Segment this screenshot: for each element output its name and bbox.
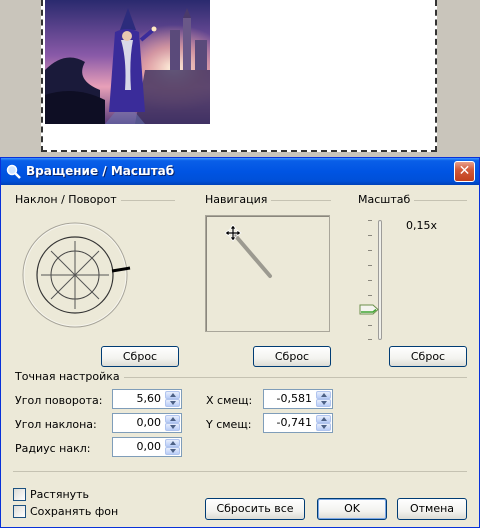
stretch-checkbox[interactable] <box>13 488 26 501</box>
y-offset-spinner[interactable]: -0,741 <box>263 413 333 433</box>
fine-tune-group-label: Точная настройка <box>15 370 124 383</box>
tilt-radius-spinner[interactable]: 0,00 <box>112 437 182 457</box>
rotation-angle-label: Угол поворота: <box>15 394 103 407</box>
reset-navigation-button[interactable]: Сброс <box>253 346 331 367</box>
title-bar[interactable]: Вращение / Масштаб ✕ <box>1 158 479 185</box>
wizard-photo <box>45 0 210 124</box>
spin-up-icon[interactable] <box>165 391 180 399</box>
rotation-angle-spinner[interactable]: 5,60 <box>112 389 182 409</box>
slider-tick <box>368 250 372 251</box>
image-canvas <box>41 0 437 152</box>
spin-up-icon[interactable] <box>165 439 180 447</box>
slider-tick <box>368 235 372 236</box>
spin-down-icon[interactable] <box>316 423 331 431</box>
x-offset-spinner[interactable]: -0,581 <box>263 389 333 409</box>
slider-tick <box>368 220 372 221</box>
y-offset-label: Y смещ: <box>206 418 252 431</box>
scale-value: 0,15x <box>406 219 438 232</box>
reset-scale-button[interactable]: Сброс <box>389 346 467 367</box>
stretch-label[interactable]: Растянуть <box>30 488 89 501</box>
spin-down-icon[interactable] <box>165 399 180 407</box>
rotation-angle-value[interactable]: 5,60 <box>137 392 162 405</box>
x-offset-label: X смещ: <box>206 394 253 407</box>
dialog-title: Вращение / Масштаб <box>26 164 175 178</box>
tilt-radius-label: Радиус накл: <box>15 442 91 455</box>
bottom-separator <box>13 471 467 472</box>
ok-button[interactable]: OK <box>317 498 387 520</box>
spin-down-icon[interactable] <box>165 447 180 455</box>
y-offset-value[interactable]: -0,741 <box>277 416 312 429</box>
cancel-button[interactable]: Отмена <box>397 498 467 520</box>
slider-tick <box>368 280 372 281</box>
tilt-radius-value[interactable]: 0,00 <box>137 440 162 453</box>
slider-tick <box>368 339 372 340</box>
reset-rotate-button[interactable]: Сброс <box>101 346 179 367</box>
tilt-angle-label: Угол наклона: <box>15 418 97 431</box>
navigation-pad[interactable] <box>205 215 330 332</box>
scale-slider-thumb[interactable] <box>359 304 379 315</box>
tilt-angle-spinner[interactable]: 0,00 <box>112 413 182 433</box>
close-button[interactable]: ✕ <box>454 161 475 182</box>
move-cursor-icon[interactable] <box>224 224 242 242</box>
slider-tick <box>368 325 372 326</box>
spin-down-icon[interactable] <box>316 399 331 407</box>
slider-tick <box>368 265 372 266</box>
spin-up-icon[interactable] <box>316 415 331 423</box>
x-offset-value[interactable]: -0,581 <box>277 392 312 405</box>
scale-group-label: Масштаб <box>358 193 415 206</box>
app-stage: Вращение / Масштаб ✕ Наклон / Поворот На… <box>0 0 480 528</box>
reset-all-button[interactable]: Сбросить все <box>205 498 305 520</box>
spin-down-icon[interactable] <box>165 423 180 431</box>
scale-slider-track[interactable] <box>378 220 382 340</box>
spin-up-icon[interactable] <box>316 391 331 399</box>
keep-background-label[interactable]: Сохранять фон <box>30 505 118 518</box>
spin-up-icon[interactable] <box>165 415 180 423</box>
magnifier-icon <box>6 164 22 180</box>
slider-tick <box>368 295 372 296</box>
rotate-scale-dialog: Вращение / Масштаб ✕ Наклон / Поворот На… <box>0 157 480 528</box>
navigation-group-label: Навигация <box>205 193 272 206</box>
rotation-dial[interactable] <box>19 219 135 335</box>
tilt-rotate-group-label: Наклон / Поворот <box>15 193 121 206</box>
keep-background-checkbox[interactable] <box>13 505 26 518</box>
tilt-angle-value[interactable]: 0,00 <box>137 416 162 429</box>
